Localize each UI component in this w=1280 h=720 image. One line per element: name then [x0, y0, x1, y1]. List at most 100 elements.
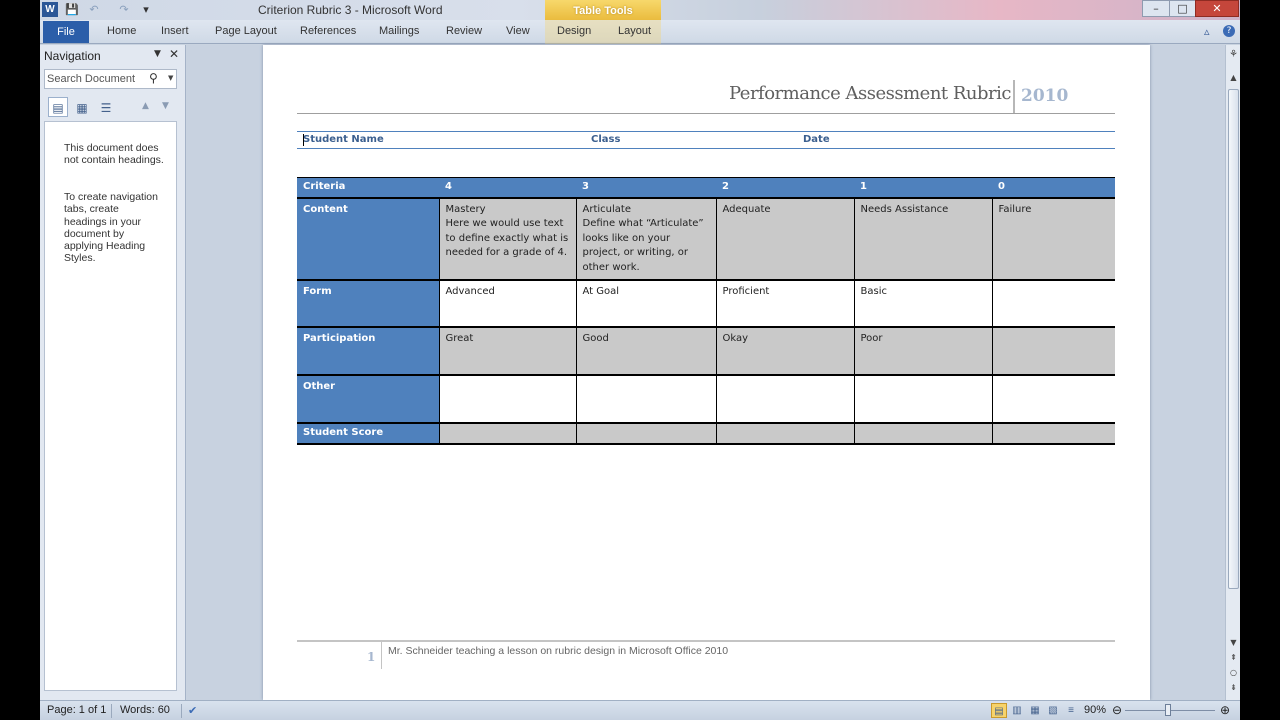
word-count[interactable]: Words: 60 — [120, 704, 170, 716]
table-cell[interactable]: Articulate Define what “Articulate” look… — [576, 197, 717, 281]
zoom-level[interactable]: 90% — [1084, 704, 1106, 716]
table-cell[interactable]: Mastery Here we would use text to define… — [439, 197, 577, 281]
info-rule-bottom — [297, 148, 1115, 149]
header-score-0[interactable]: 0 — [992, 177, 1115, 199]
table-cell[interactable]: Advanced — [439, 280, 577, 328]
proofing-icon[interactable]: ✔ — [188, 704, 197, 717]
ruler-toggle-icon[interactable]: ⚘ — [1228, 49, 1239, 60]
file-tab[interactable]: File — [43, 21, 89, 43]
search-document-input[interactable] — [47, 72, 143, 86]
criterion-form[interactable]: Form — [297, 280, 440, 328]
header-score-2[interactable]: 2 — [716, 177, 854, 199]
rubric-table[interactable]: Criteria 4 3 2 1 0 Content Mastery Here … — [297, 177, 1115, 445]
next-heading-icon[interactable]: ▼ — [162, 101, 169, 111]
header-score-1[interactable]: 1 — [854, 177, 992, 199]
vertical-scrollbar[interactable]: ⚘ ▲ ▼ ⇞ ○ ⇟ — [1225, 45, 1240, 700]
tab-page-layout[interactable]: Page Layout — [215, 25, 277, 37]
header-criteria[interactable]: Criteria — [297, 177, 439, 199]
tab-design[interactable]: Design — [557, 25, 591, 37]
footer-text[interactable]: Mr. Schneider teaching a lesson on rubri… — [388, 645, 728, 657]
customize-qat-icon[interactable]: ▾ — [138, 2, 154, 17]
navigation-close-icon[interactable]: ✕ — [169, 47, 179, 61]
tab-insert[interactable]: Insert — [161, 25, 189, 37]
criterion-student-score[interactable]: Student Score — [297, 423, 440, 445]
document-page[interactable]: Performance Assessment Rubric 2010 Stude… — [263, 45, 1150, 700]
table-cell[interactable]: Adequate — [716, 197, 855, 281]
browse-headings-icon[interactable]: ▤ — [48, 97, 68, 117]
scroll-up-icon[interactable]: ▲ — [1228, 73, 1239, 82]
table-cell[interactable]: Great — [439, 327, 577, 376]
previous-page-icon[interactable]: ⇞ — [1228, 653, 1239, 662]
header-score-4[interactable]: 4 — [439, 177, 576, 199]
tab-home[interactable]: Home — [107, 25, 136, 37]
header-rule — [297, 113, 1115, 114]
tab-references[interactable]: References — [300, 25, 356, 37]
navigation-menu-icon[interactable]: ▼ — [154, 49, 161, 59]
redo-icon[interactable]: ↷ — [116, 2, 132, 17]
date-label[interactable]: Date — [803, 134, 830, 145]
zoom-in-icon[interactable]: ⊕ — [1220, 703, 1230, 717]
table-cell[interactable] — [992, 423, 1115, 445]
maximize-button[interactable]: □ — [1169, 0, 1196, 17]
draft-view-icon[interactable]: ≡ — [1063, 703, 1079, 718]
web-layout-icon[interactable]: ▦ — [1027, 703, 1043, 718]
tab-layout[interactable]: Layout — [618, 25, 651, 37]
table-cell[interactable]: At Goal — [576, 280, 717, 328]
header-score-3[interactable]: 3 — [576, 177, 716, 199]
table-cell[interactable] — [992, 327, 1115, 376]
minimize-ribbon-icon[interactable]: ▵ — [1204, 25, 1210, 38]
scroll-down-icon[interactable]: ▼ — [1228, 638, 1239, 647]
table-cell[interactable]: Okay — [716, 327, 855, 376]
table-cell[interactable] — [576, 423, 717, 445]
criterion-other[interactable]: Other — [297, 375, 440, 424]
table-cell[interactable] — [716, 423, 855, 445]
table-cell[interactable]: Basic — [854, 280, 993, 328]
table-cell[interactable] — [576, 375, 717, 424]
help-icon[interactable]: ? — [1223, 25, 1235, 37]
table-cell[interactable]: Good — [576, 327, 717, 376]
info-rule-top — [297, 131, 1115, 132]
text-cursor — [303, 134, 304, 146]
table-cell[interactable]: Failure — [992, 197, 1115, 281]
header-year: 2010 — [1021, 86, 1069, 106]
tab-mailings[interactable]: Mailings — [379, 25, 419, 37]
minimize-button[interactable]: – — [1142, 0, 1170, 17]
student-name-label[interactable]: Student Name — [303, 134, 384, 145]
zoom-slider-thumb[interactable] — [1165, 704, 1171, 716]
word-app-icon[interactable]: W — [42, 2, 58, 17]
undo-icon[interactable]: ↶ — [86, 2, 102, 17]
browse-pages-icon[interactable]: ▦ — [72, 97, 92, 117]
next-page-icon[interactable]: ⇟ — [1228, 683, 1239, 692]
table-cell[interactable] — [992, 280, 1115, 328]
criterion-participation[interactable]: Participation — [297, 327, 440, 376]
tab-view[interactable]: View — [506, 25, 530, 37]
zoom-out-icon[interactable]: ⊖ — [1112, 703, 1122, 717]
page-count[interactable]: Page: 1 of 1 — [47, 704, 106, 716]
print-layout-icon[interactable]: ▤ — [991, 703, 1007, 718]
table-cell[interactable] — [854, 423, 993, 445]
table-cell[interactable]: Poor — [854, 327, 993, 376]
table-cell[interactable]: Needs Assistance — [854, 197, 993, 281]
save-icon[interactable]: 💾 — [64, 2, 80, 17]
table-cell[interactable] — [854, 375, 993, 424]
table-cell[interactable] — [439, 375, 577, 424]
criterion-content[interactable]: Content — [297, 197, 440, 281]
table-cell[interactable] — [992, 375, 1115, 424]
full-screen-reading-icon[interactable]: ▥ — [1009, 703, 1025, 718]
tab-review[interactable]: Review — [446, 25, 482, 37]
table-cell[interactable] — [439, 423, 577, 445]
scroll-thumb[interactable] — [1228, 89, 1239, 589]
close-button[interactable]: ✕ — [1195, 0, 1239, 17]
previous-heading-icon[interactable]: ▲ — [142, 101, 149, 111]
class-label[interactable]: Class — [591, 134, 620, 145]
table-tools-context-label: Table Tools — [545, 0, 661, 22]
search-icon[interactable]: ⚲ — [149, 71, 158, 85]
search-options-icon[interactable]: ▼ — [168, 74, 173, 82]
table-cell[interactable] — [716, 375, 855, 424]
table-row: Form Advanced At Goal Proficient Basic — [297, 280, 1115, 328]
browse-results-icon[interactable]: ☰ — [96, 97, 116, 117]
table-cell[interactable]: Proficient — [716, 280, 855, 328]
outline-view-icon[interactable]: ▧ — [1045, 703, 1061, 718]
no-headings-message: This document does not contain headings. — [64, 142, 164, 167]
select-browse-object-icon[interactable]: ○ — [1228, 668, 1239, 677]
